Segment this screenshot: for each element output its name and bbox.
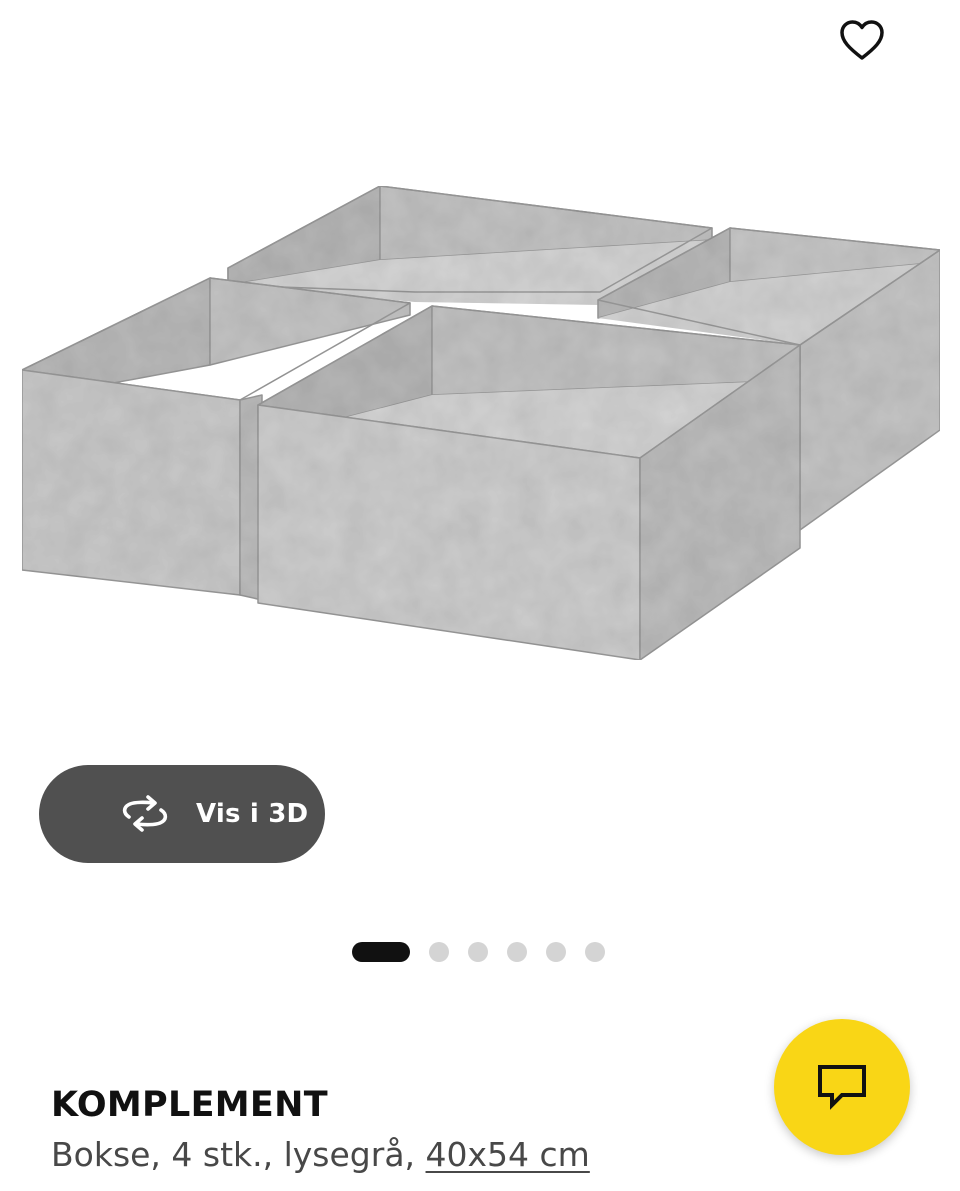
- pager-dot[interactable]: [546, 942, 566, 962]
- pager-dot[interactable]: [507, 942, 527, 962]
- heart-outline-icon: [840, 20, 884, 60]
- product-size-link[interactable]: 40x54 cm: [426, 1135, 590, 1174]
- chat-bubble-icon: [818, 1065, 866, 1110]
- product-description: Bokse, 4 stk., lysegrå, 40x54 cm: [51, 1133, 590, 1177]
- pager-dot[interactable]: [468, 942, 488, 962]
- product-description-text: Bokse, 4 stk., lysegrå,: [51, 1135, 426, 1174]
- product-name: KOMPLEMENT: [51, 1085, 328, 1125]
- image-pager: [352, 942, 605, 962]
- product-image: [21, 185, 941, 661]
- view-in-3d-button[interactable]: Vis i 3D: [39, 765, 325, 863]
- rotate-3d-icon: [122, 795, 168, 832]
- favorite-button[interactable]: [834, 14, 890, 66]
- view-in-3d-label: Vis i 3D: [196, 799, 309, 829]
- pager-dot-active[interactable]: [352, 942, 410, 962]
- chat-button[interactable]: [774, 1019, 910, 1155]
- pager-dot[interactable]: [585, 942, 605, 962]
- pager-dot[interactable]: [429, 942, 449, 962]
